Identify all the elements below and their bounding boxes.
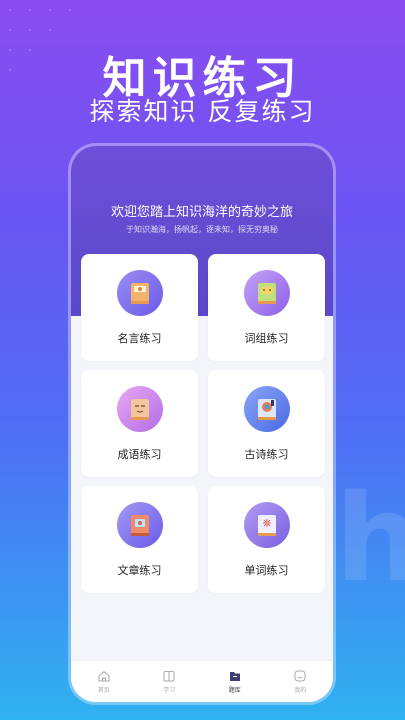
- question-bank-icon: [229, 672, 240, 681]
- book-quote-icon: [116, 270, 163, 316]
- card-idiom-practice[interactable]: 成语练习: [81, 370, 198, 477]
- card-label: 成语练习: [117, 448, 162, 461]
- card-article-practice[interactable]: 文章练习: [81, 486, 198, 593]
- phone-screen: 欢迎您踏上知识海洋的奇妙之旅 于知识瀚海，扬帆起，逐未知，探无穷奥秘 名言练习 …: [71, 146, 333, 702]
- book-word-icon: [243, 502, 290, 548]
- tab-profile[interactable]: 我的: [275, 669, 325, 694]
- book-poem-icon: [243, 386, 290, 432]
- card-label: 单词练习: [244, 564, 289, 577]
- welcome-subtext: 于知识瀚海，扬帆起，逐未知，探无穷奥秘: [126, 225, 278, 234]
- tab-label: 我的: [294, 687, 307, 694]
- phone-mockup: 欢迎您踏上知识海洋的奇妙之旅 于知识瀚海，扬帆起，逐未知，探无穷奥秘 名言练习 …: [68, 143, 336, 705]
- card-label: 名言练习: [117, 332, 162, 345]
- card-label: 词组练习: [244, 332, 289, 345]
- card-label: 古诗练习: [244, 448, 289, 461]
- tab-study[interactable]: 学习: [144, 669, 194, 694]
- card-word-practice[interactable]: 单词练习: [208, 486, 325, 593]
- tab-label: 题库: [228, 687, 241, 694]
- book-phrase-icon: [243, 270, 290, 316]
- tab-label: 学习: [163, 687, 176, 694]
- card-label: 文章练习: [117, 564, 162, 577]
- bottom-tab-bar: 首页 学习 题库 我的: [71, 660, 333, 702]
- card-poem-practice[interactable]: 古诗练习: [208, 370, 325, 477]
- home-icon: [98, 670, 110, 682]
- book-article-icon: [116, 502, 163, 548]
- card-quote-practice[interactable]: 名言练习: [81, 254, 198, 361]
- background-letter-decoration: h: [335, 470, 405, 609]
- tab-label: 首页: [97, 687, 110, 694]
- tab-question-bank[interactable]: 题库: [210, 669, 260, 694]
- tab-home[interactable]: 首页: [79, 669, 129, 694]
- profile-icon: [294, 670, 306, 682]
- study-icon: [163, 671, 175, 682]
- welcome-text: 欢迎您踏上知识海洋的奇妙之旅: [110, 205, 293, 220]
- practice-grid: 名言练习 词组练习 成语练习 古诗练习 文章练习 单词练习: [81, 254, 325, 593]
- card-phrase-practice[interactable]: 词组练习: [208, 254, 325, 361]
- book-idiom-icon: [116, 386, 163, 432]
- hero-subtitle: 探索知识 反复练习: [89, 97, 316, 126]
